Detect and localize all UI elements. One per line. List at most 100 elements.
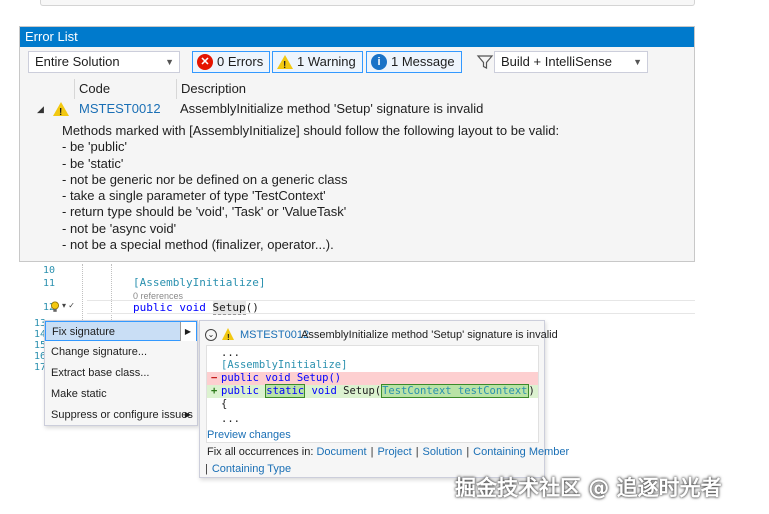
menu-item-extract-base-class[interactable]: Extract base class... — [45, 363, 197, 383]
preview-changes-link[interactable]: Preview changes — [207, 429, 291, 441]
errors-filter-label: 0 Errors — [217, 54, 264, 69]
added-parameter: TestContext testContext — [381, 384, 529, 398]
added-close-paren: ) — [528, 385, 535, 397]
error-list-headers: Code Description — [20, 79, 694, 99]
keyword-public: public — [133, 301, 173, 314]
scope-combo[interactable]: Entire Solution ▼ — [28, 51, 180, 73]
indent-guide — [82, 264, 83, 324]
menu-item-suppress-configure[interactable]: Suppress or configure issues ▶ — [45, 405, 197, 425]
fix-all-label: Fix all occurrences in: — [207, 446, 314, 458]
error-list-row[interactable]: ◢ MSTEST0012 AssemblyInitialize method '… — [20, 99, 694, 123]
warning-icon — [277, 55, 293, 76]
diff-context-line: { — [221, 398, 228, 410]
chevron-right-icon: ▶ — [184, 327, 191, 336]
menu-item-label: Change signature... — [51, 346, 148, 358]
menu-item-fix-signature[interactable]: Fix signature ▶ — [45, 321, 197, 341]
quick-actions-menu: Fix signature ▶ Change signature... Extr… — [44, 320, 198, 426]
warnings-filter-button[interactable]: 1 Warning — [272, 51, 363, 76]
diff-context-line: [AssemblyInitialize] — [221, 359, 348, 371]
chevron-down-icon: ▼ — [165, 57, 174, 67]
build-source-combo-value: Build + IntelliSense — [501, 54, 612, 69]
preview-diagnostic-code-link[interactable]: MSTEST0012 — [240, 326, 309, 344]
error-icon: ✕ — [197, 54, 213, 70]
build-source-combo[interactable]: Build + IntelliSense ▼ — [494, 51, 648, 73]
fix-all-containing-member-link[interactable]: Containing Member — [473, 446, 569, 458]
error-list-toolbar: Entire Solution ▼ ✕ 0 Errors 1 Warning i… — [20, 51, 694, 76]
method-name-setup[interactable]: Setup — [212, 301, 246, 315]
fix-all-occurrences: Fix all occurrences in: Document | Project… — [207, 446, 569, 458]
messages-filter-button[interactable]: i 1 Message — [366, 51, 462, 73]
fix-all-occurrences-wrap: | Containing Type — [205, 463, 291, 475]
separator: | — [466, 446, 470, 458]
collapse-triangle-icon[interactable]: ◢ — [37, 99, 44, 119]
code-method-signature: public void Setup() — [133, 301, 259, 315]
separator: | — [415, 446, 419, 458]
fix-all-project-link[interactable]: Project — [377, 446, 411, 458]
fix-all-solution-link[interactable]: Solution — [423, 446, 463, 458]
separator: | — [205, 463, 208, 475]
method-parens: () — [245, 301, 259, 314]
code-attribute: [AssemblyInitialize] — [133, 276, 266, 289]
menu-item-label: Fix signature — [52, 326, 115, 338]
indent-guide — [111, 264, 112, 324]
diff-added-line: + public static void Setup(TestContext te… — [207, 384, 538, 398]
chevron-down-icon: ▼ — [633, 57, 642, 67]
detail-line: - be 'static' — [62, 155, 124, 171]
line-number: 10 — [42, 265, 55, 276]
error-list-title: Error List — [20, 27, 694, 47]
column-header-description[interactable]: Description — [176, 79, 692, 99]
added-parameter-text: TestContext testContext — [382, 385, 528, 397]
menu-item-label: Extract base class... — [51, 367, 150, 379]
diff-context-line: ... — [221, 413, 240, 425]
column-header-code[interactable]: Code — [74, 79, 174, 99]
keyword-void: void — [179, 301, 206, 314]
added-method-name: Setup( — [343, 385, 382, 397]
top-strip-edge — [40, 0, 695, 6]
info-icon: i — [371, 54, 387, 70]
diagnostic-description: AssemblyInitialize method 'Setup' signat… — [180, 101, 484, 116]
preview-header: ⌄ MSTEST0012 AssemblyInitialize method '… — [200, 326, 558, 347]
errors-filter-button[interactable]: ✕ 0 Errors — [192, 51, 271, 73]
preview-diagnostic-description: AssemblyInitialize method 'Setup' signat… — [301, 329, 558, 341]
detail-line: - take a single parameter of type 'TestC… — [62, 188, 326, 204]
detail-line: Methods marked with [AssemblyInitialize]… — [62, 123, 560, 138]
lightbulb-dropdown-icon[interactable]: ▾ ✓ — [62, 301, 75, 310]
plus-icon: + — [211, 385, 218, 397]
line-number: 11 — [42, 278, 55, 289]
top-strip — [0, 0, 695, 8]
warning-icon — [222, 328, 234, 347]
detail-line: - not be a special method (finalizer, op… — [62, 237, 334, 253]
warnings-filter-label: 1 Warning — [297, 54, 356, 69]
preview-changes-label: Preview changes — [207, 429, 291, 441]
separator: | — [370, 446, 374, 458]
menu-item-label: Suppress or configure issues — [51, 409, 193, 421]
fix-all-containing-type-link[interactable]: Containing Type — [212, 463, 291, 475]
menu-item-make-static[interactable]: Make static — [45, 384, 197, 404]
fix-preview-popup: ⌄ MSTEST0012 AssemblyInitialize method '… — [199, 320, 569, 478]
menu-item-label: Make static — [51, 388, 107, 400]
detail-line: - return type should be 'void', 'Task' o… — [62, 204, 347, 220]
chevron-right-icon: ▶ — [184, 410, 191, 419]
watermark: 掘金技术社区 @ 追逐时光者 — [455, 476, 722, 500]
detail-line: - be 'public' — [62, 139, 127, 155]
fix-all-document-link[interactable]: Document — [316, 446, 366, 458]
filter-icon[interactable] — [475, 52, 495, 72]
messages-filter-label: 1 Message — [391, 54, 455, 69]
scope-combo-value: Entire Solution — [35, 54, 120, 69]
codelens-references[interactable]: 0 references — [133, 291, 183, 301]
added-public: public — [221, 385, 259, 397]
collapse-circle-icon[interactable]: ⌄ — [205, 329, 217, 341]
code-editor[interactable]: 10 11 12 ▾ ✓ [AssemblyInitialize] 0 refe… — [27, 262, 695, 324]
diagnostic-details: Methods marked with [AssemblyInitialize]… — [62, 123, 559, 253]
warning-icon — [53, 102, 69, 123]
error-list-panel: Error List Entire Solution ▼ ✕ 0 Errors … — [19, 26, 695, 262]
menu-item-change-signature[interactable]: Change signature... — [45, 342, 197, 362]
added-void: void — [311, 385, 337, 397]
diagnostic-code-link[interactable]: MSTEST0012 — [79, 99, 161, 119]
detail-line: - not be 'async void' — [62, 220, 177, 236]
removed-line-text: public void Setup() — [221, 372, 342, 384]
added-static: static — [265, 384, 306, 398]
minus-icon: − — [211, 372, 218, 384]
detail-line: - not be generic nor be defined on a gen… — [62, 171, 348, 187]
lightbulb-icon[interactable] — [50, 301, 60, 313]
